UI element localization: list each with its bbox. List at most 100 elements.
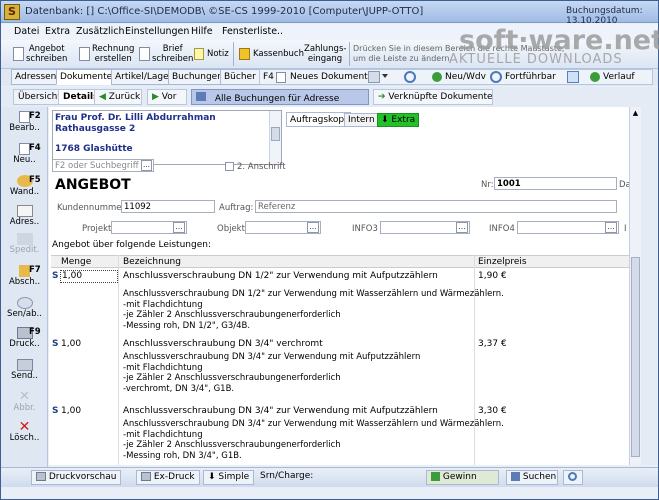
kassenbuch-button[interactable]: Kassenbuch — [239, 43, 304, 66]
einzelpreis-cell[interactable]: 1,90 € — [478, 271, 507, 281]
sidebar-adresse[interactable]: Adres.. — [3, 205, 46, 227]
sidebar-neu[interactable]: F4 Neu.. — [3, 143, 46, 165]
info3-browse-button[interactable]: … — [456, 222, 468, 233]
booking-date: Buchungsdatum: 13.10.2010 — [566, 6, 643, 26]
gewinn-button[interactable]: Gewinn — [426, 470, 499, 485]
brief-button[interactable]: Brief schreiben — [139, 43, 193, 66]
search-icon[interactable] — [404, 71, 416, 83]
scroll-thumb[interactable] — [631, 257, 640, 457]
einzelpreis-cell[interactable]: 3,37 € — [478, 339, 507, 349]
tab-intern[interactable]: Intern — [344, 113, 379, 127]
menu-einstellungen[interactable]: Einstellungen — [125, 26, 189, 37]
chevron-down-icon[interactable] — [382, 74, 388, 78]
address-box[interactable]: Frau Prof. Dr. Lilli Abdurrahman Rathaus… — [52, 110, 282, 165]
cancel-icon: ✕ — [19, 389, 30, 404]
search-browse-button[interactable]: … — [141, 160, 152, 171]
tab-buchungen[interactable]: Buchungen — [168, 69, 227, 85]
row-description: Anschlussverschraubung DN 3/4" zur Verwe… — [123, 352, 421, 394]
alle-buchungen-button[interactable]: Alle Buchungen für Adresse — [191, 89, 369, 105]
tab-extra[interactable]: ⬇ Extra — [377, 113, 420, 127]
menu-extra[interactable]: Extra — [45, 26, 70, 37]
address-scrollbar[interactable] — [269, 111, 281, 164]
right-panel — [641, 107, 658, 465]
menu-datei[interactable]: Datei — [14, 26, 39, 37]
sidebar-abschliessen[interactable]: F7 Absch.. — [3, 265, 46, 287]
kundennummer-field[interactable]: 11092 — [121, 200, 215, 213]
notiz-button[interactable]: Notiz — [194, 43, 230, 66]
zurueck-button[interactable]: ◀ Zurück — [94, 89, 142, 105]
menu-zusaetzlich[interactable]: Zusätzlich — [76, 26, 125, 37]
menge-cell[interactable]: 1,00 — [61, 339, 81, 349]
simple-button[interactable]: ⬇ Simple — [203, 470, 255, 485]
neu-wdv-button[interactable]: Neu/Wdv — [445, 72, 486, 82]
sidebar-drucken[interactable]: F9 Druck.. — [3, 327, 46, 349]
vertical-scrollbar[interactable]: ▲ — [629, 107, 641, 465]
tab-auftragskopf[interactable]: Auftragskopf — [286, 112, 352, 127]
exdruck-button[interactable]: Ex-Druck — [136, 470, 200, 485]
neues-dokument-button[interactable]: Neues Dokument — [290, 72, 368, 82]
title-bar[interactable]: S Datenbank: [] C:\Office-SI\DEMODB\ ©SE… — [1, 1, 658, 26]
bezeichnung-cell[interactable]: Anschlussverschraubung DN 3/4" zur Verwe… — [123, 406, 438, 416]
info3-label: INFO3 — [352, 224, 378, 234]
auftrag-field[interactable]: Referenz — [255, 200, 617, 213]
kundennummer-label: Kundennummer: — [57, 203, 128, 213]
anschrift-checkbox[interactable] — [225, 162, 234, 171]
app-icon: S — [4, 4, 20, 20]
address-scroll-thumb[interactable] — [271, 127, 280, 141]
address-line-3: 1768 Glashütte — [55, 144, 133, 154]
search-icon[interactable] — [563, 470, 583, 485]
export-icon[interactable] — [567, 71, 579, 83]
refresh-icon — [432, 72, 442, 82]
watermark-subtitle: AKTUELLE DOWNLOADS — [449, 52, 623, 67]
document-number-field[interactable]: 1001 — [494, 177, 617, 190]
search-input[interactable]: F2 oder Suchbegriff — [52, 159, 154, 172]
sidebar-senden[interactable]: Send.. — [3, 359, 46, 381]
bezeichnung-cell[interactable]: Anschlussverschraubung DN 1/2" zur Verwe… — [123, 271, 438, 281]
menu-hilfe[interactable]: Hilfe — [191, 26, 213, 37]
menu-fensterliste[interactable]: Fensterliste.. — [222, 26, 283, 37]
magnifier-icon — [568, 472, 577, 481]
new-document-icon — [276, 72, 286, 83]
sidebar-senden-abrufen[interactable]: Sen/ab.. — [3, 297, 46, 319]
toolbar-separator — [233, 42, 234, 66]
tab-dokumente[interactable]: Dokumente — [56, 69, 117, 85]
sidebar-loeschen[interactable]: ✕ Lösch.. — [3, 420, 46, 443]
tab-artikel-lager[interactable]: Artikel/Lager — [111, 69, 177, 85]
rechnung-button[interactable]: Rechnung erstellen — [79, 43, 134, 66]
scroll-up-icon[interactable]: ▲ — [631, 109, 640, 118]
toolbar-separator-2 — [349, 42, 350, 66]
einzelpreis-cell[interactable]: 3,30 € — [478, 406, 507, 416]
main-window: S Datenbank: [] C:\Office-SI\DEMODB\ ©SE… — [0, 0, 659, 500]
window-title: Datenbank: [] C:\Office-SI\DEMODB\ ©SE-C… — [25, 6, 424, 17]
angebot-button[interactable]: Angebot schreiben — [11, 43, 73, 66]
menge-cell[interactable]: 1,00 — [61, 406, 81, 416]
table-row[interactable]: S 1,00 Anschlussverschraubung DN 3/4" zu… — [51, 405, 629, 465]
suchen-button[interactable]: Suchen — [506, 470, 558, 485]
info4-browse-button[interactable]: … — [605, 222, 617, 233]
row-type-marker: S — [52, 271, 59, 281]
module-tabs: Adressen Dokumente Artikel/Lager Buchung… — [1, 69, 658, 86]
tab-buecher[interactable]: Bücher — [220, 69, 260, 85]
vor-button[interactable]: ▶ Vor — [147, 89, 187, 105]
document-dropdown-icon[interactable] — [368, 71, 380, 83]
info4-field[interactable] — [517, 221, 619, 234]
druckvorschau-button[interactable]: Druckvorschau — [31, 470, 122, 485]
truck-icon — [16, 233, 33, 245]
table-row[interactable]: S 1,00 Anschlussverschraubung DN 3/4" ve… — [51, 338, 629, 406]
verlauf-button[interactable]: Verlauf — [603, 72, 635, 82]
tab-adressen[interactable]: Adressen — [11, 69, 61, 85]
verknuepfte-dokumente-button[interactable]: ➔ Verknüpfte Dokumente — [373, 89, 493, 105]
fortfuehrbar-button[interactable]: Fortführbar — [505, 72, 556, 82]
objekt-browse-button[interactable]: … — [307, 222, 319, 233]
menge-cell[interactable]: 1,00 — [60, 270, 118, 283]
history-icon — [590, 72, 600, 82]
send-receive-icon — [16, 297, 33, 309]
bezeichnung-cell[interactable]: Anschlussverschraubung DN 3/4" verchromt — [123, 339, 323, 349]
printer-icon — [141, 472, 151, 481]
table-row[interactable]: S 1,00 Anschlussverschraubung DN 1/2" zu… — [51, 270, 629, 338]
status-bar: Druckvorschau Ex-Druck ⬇ Simple Srn/Char… — [1, 467, 658, 487]
zahlungseingang-button[interactable]: Zahlungs- eingang — [304, 43, 346, 66]
sidebar-wandeln[interactable]: F5 Wand.. — [3, 175, 46, 197]
sidebar-bearbeiten[interactable]: F2 Bearb.. — [3, 111, 46, 133]
projekt-browse-button[interactable]: … — [173, 222, 185, 233]
